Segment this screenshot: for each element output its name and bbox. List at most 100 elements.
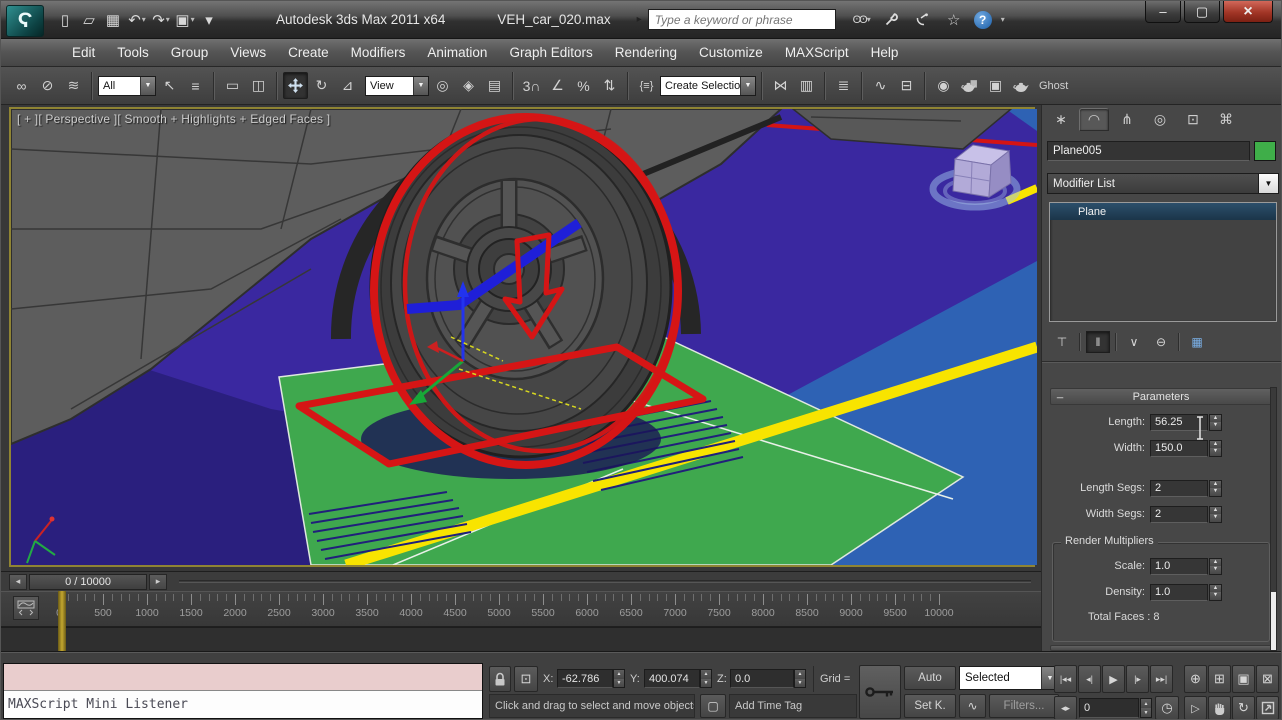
keyboard-override-button[interactable]: ▤ [482, 72, 507, 99]
width-spinner[interactable]: ▲▼ [1209, 440, 1222, 457]
orbit-button[interactable]: ↻ [1232, 696, 1255, 720]
select-and-link-button[interactable]: ∞ [9, 72, 34, 99]
zoom-extents-all-button[interactable]: ⊠ [1256, 665, 1279, 693]
viewport-label[interactable]: [ + ][ Perspective ][ Smooth + Highlight… [17, 112, 330, 126]
tab-hierarchy[interactable]: ⋔ [1112, 108, 1142, 131]
schematic-view-button[interactable]: ⊟ [894, 72, 919, 99]
mirror-button[interactable]: ⋈ [768, 72, 793, 99]
undo-button[interactable]: ↶▾ [126, 8, 148, 32]
maximize-button[interactable]: ▢ [1184, 1, 1220, 23]
project-folder-button[interactable]: ▣▾ [174, 8, 196, 32]
configure-modifier-sets-button[interactable]: ▦ [1185, 331, 1209, 353]
key-mode-button[interactable]: ◂▸ [1054, 696, 1077, 720]
time-slider-thumb[interactable]: 0 / 10000 [29, 574, 147, 590]
listener-macro-row[interactable] [4, 664, 482, 691]
percent-snap-button[interactable]: % [571, 72, 596, 99]
zoom-extents-button[interactable]: ▣ [1232, 665, 1255, 693]
open-file-button[interactable]: ▱ [78, 8, 100, 32]
default-tangent-button[interactable]: ∿ [959, 694, 986, 718]
pan-zoom-mode-button[interactable]: ▷ [1184, 696, 1207, 720]
auto-key-button[interactable]: Auto [904, 666, 956, 690]
menu-customize[interactable]: Customize [688, 39, 774, 66]
current-frame-field[interactable]: 0 [1079, 698, 1139, 718]
y-spinner[interactable]: ▲▼ [700, 669, 712, 688]
time-slider-track[interactable] [179, 580, 1031, 583]
save-file-button[interactable]: ▦ [102, 8, 124, 32]
key-filters-button[interactable]: Filters... [989, 694, 1059, 718]
pin-stack-button[interactable]: ⊤ [1050, 331, 1074, 353]
manage-layers-button[interactable]: ≣ [831, 72, 856, 99]
menu-views[interactable]: Views [219, 39, 277, 66]
maximize-viewport-button[interactable] [1256, 696, 1279, 720]
tab-utilities[interactable]: ⌘ [1211, 108, 1241, 131]
tab-modify[interactable]: ◠ [1079, 108, 1109, 131]
rectangular-selection-region-button[interactable]: ▭ [220, 72, 245, 99]
absolute-mode-button[interactable]: ⊡ [514, 666, 538, 692]
select-and-move-button[interactable] [283, 72, 308, 99]
menu-help[interactable]: Help [860, 39, 910, 66]
snap-toggle-3d-button[interactable]: 3∩ [519, 72, 544, 99]
viewport-canvas[interactable] [11, 109, 1037, 565]
close-button[interactable]: × [1223, 1, 1273, 23]
window-crossing-button[interactable]: ◫ [246, 72, 271, 99]
width-segs-field[interactable]: 2 [1150, 506, 1208, 523]
search-button[interactable]: ʘʘ▾ [850, 8, 872, 32]
curve-editor-button[interactable]: ∿ [868, 72, 893, 99]
make-unique-button[interactable]: ∨ [1122, 331, 1146, 353]
panel-scrollbar[interactable] [1270, 387, 1277, 651]
scale-spinner[interactable]: ▲▼ [1209, 558, 1222, 575]
rendered-frame-window-button[interactable]: ▣ [983, 72, 1008, 99]
track-bar[interactable]: 0500100015002000250030003500400045005000… [1, 591, 1041, 627]
angle-snap-button[interactable]: ∠ [545, 72, 570, 99]
parameters-rollout-header[interactable]: _ Parameters [1050, 388, 1272, 405]
zoom-button[interactable]: ⊕ [1184, 665, 1207, 693]
selection-set-dropdown[interactable]: Selected ▼ [959, 666, 1059, 690]
listener-script-row[interactable]: MAXScript Mini Listener [4, 691, 482, 718]
subscription-center-button[interactable] [881, 8, 903, 32]
length-segs-spinner[interactable]: ▲▼ [1209, 480, 1222, 497]
bind-to-space-warp-button[interactable]: ≋ [61, 72, 86, 99]
selection-filter-dropdown[interactable]: All▼ [98, 76, 156, 96]
menu-edit[interactable]: Edit [61, 39, 106, 66]
zoom-all-button[interactable]: ⊞ [1208, 665, 1231, 693]
set-key-button[interactable]: Set K. [904, 694, 956, 718]
x-spinner[interactable]: ▲▼ [613, 669, 625, 688]
menu-maxscript[interactable]: MAXScript [774, 39, 860, 66]
search-input[interactable] [648, 9, 836, 30]
new-file-button[interactable]: ▯ [54, 8, 76, 32]
maxscript-mini-listener[interactable]: MAXScript Mini Listener [3, 663, 483, 719]
previous-frame-button[interactable]: ◂ [9, 574, 27, 590]
frame-spinner[interactable]: ▲▼ [1140, 698, 1152, 718]
menu-rendering[interactable]: Rendering [604, 39, 688, 66]
scrollbar-thumb[interactable] [1271, 592, 1276, 650]
menu-tools[interactable]: Tools [106, 39, 160, 66]
time-tag-button[interactable]: ▢ [700, 694, 726, 718]
x-coordinate-field[interactable]: -62.786 [557, 669, 613, 688]
material-editor-button[interactable]: ◉ [931, 72, 956, 99]
minimize-button[interactable]: – [1145, 1, 1181, 23]
redo-button[interactable]: ↷▾ [150, 8, 172, 32]
go-to-start-button[interactable]: |◂◂ [1054, 665, 1077, 693]
help-button[interactable]: ? [974, 11, 992, 29]
tab-create[interactable]: ∗ [1046, 108, 1076, 131]
width-segs-spinner[interactable]: ▲▼ [1209, 506, 1222, 523]
density-field[interactable]: 1.0 [1150, 584, 1208, 601]
set-keys-button[interactable] [859, 665, 901, 719]
select-and-scale-button[interactable]: ⊿ [335, 72, 360, 99]
reference-coordinate-dropdown[interactable]: View▼ [365, 76, 429, 96]
stack-item-plane[interactable]: Plane [1050, 203, 1276, 220]
time-configuration-button[interactable]: ◷ [1155, 696, 1179, 720]
length-segs-field[interactable]: 2 [1150, 480, 1208, 497]
named-selection-dropdown[interactable]: Create Selection S▼ [660, 76, 756, 96]
render-setup-button[interactable] [957, 72, 982, 99]
unlink-selection-button[interactable]: ⊘ [35, 72, 60, 99]
previous-frame-playback-button[interactable]: ◂| [1078, 665, 1101, 693]
y-coordinate-field[interactable]: 400.074 [644, 669, 700, 688]
scale-field[interactable]: 1.0 [1150, 558, 1208, 575]
perspective-viewport[interactable]: [ + ][ Perspective ][ Smooth + Highlight… [9, 107, 1035, 567]
play-button[interactable]: ▶ [1102, 665, 1125, 693]
remove-modifier-button[interactable]: ⊖ [1149, 331, 1173, 353]
menu-create[interactable]: Create [277, 39, 340, 66]
length-spinner[interactable]: ▲▼ [1209, 414, 1222, 431]
go-to-end-button[interactable]: ▸▸| [1150, 665, 1173, 693]
